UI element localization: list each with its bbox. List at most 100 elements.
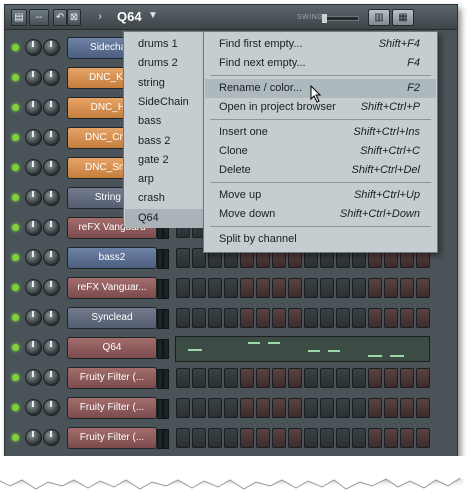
volume-knob[interactable]: [43, 339, 60, 356]
step-view-button[interactable]: ‐‐: [29, 9, 49, 26]
piano-roll-preview[interactable]: [175, 336, 430, 362]
step-button[interactable]: [304, 398, 318, 418]
context-menu-item[interactable]: Move down Shift+Ctrl+Down: [205, 205, 436, 224]
step-button[interactable]: [208, 368, 222, 388]
step-button[interactable]: [192, 308, 206, 328]
step-button[interactable]: [240, 278, 254, 298]
mute-led-icon[interactable]: [12, 314, 19, 321]
pan-knob[interactable]: [25, 429, 42, 446]
step-button[interactable]: [368, 398, 382, 418]
step-button[interactable]: [336, 368, 350, 388]
step-button[interactable]: [400, 368, 414, 388]
step-button[interactable]: [416, 398, 430, 418]
step-button[interactable]: [304, 428, 318, 448]
step-button[interactable]: [192, 428, 206, 448]
volume-knob[interactable]: [43, 369, 60, 386]
step-button[interactable]: [256, 278, 270, 298]
step-button[interactable]: [176, 308, 190, 328]
step-button[interactable]: [240, 368, 254, 388]
keyboard-icon[interactable]: ▦: [392, 9, 414, 26]
context-menu-item[interactable]: Split by channel: [205, 230, 436, 249]
step-button[interactable]: [256, 368, 270, 388]
step-button[interactable]: [304, 368, 318, 388]
channel-button[interactable]: Fruity Filter (...: [67, 427, 157, 449]
pattern-menu-item[interactable]: bass: [138, 112, 198, 131]
step-button[interactable]: [304, 278, 318, 298]
step-button[interactable]: [352, 278, 366, 298]
pan-knob[interactable]: [25, 69, 42, 86]
step-button[interactable]: [208, 428, 222, 448]
volume-knob[interactable]: [43, 399, 60, 416]
step-button[interactable]: [400, 308, 414, 328]
step-button[interactable]: [176, 368, 190, 388]
step-button[interactable]: [352, 368, 366, 388]
step-button[interactable]: [384, 398, 398, 418]
step-button[interactable]: [192, 368, 206, 388]
step-button[interactable]: [240, 308, 254, 328]
pan-knob[interactable]: [25, 279, 42, 296]
step-button[interactable]: [304, 308, 318, 328]
pattern-menu-item[interactable]: SideChain: [138, 93, 198, 112]
pattern-menu-item[interactable]: crash: [138, 189, 198, 208]
channel-button[interactable]: reFX Vanguar...: [67, 277, 157, 299]
mute-led-icon[interactable]: [12, 224, 19, 231]
step-button[interactable]: [224, 398, 238, 418]
pan-knob[interactable]: [25, 309, 42, 326]
step-button[interactable]: [208, 308, 222, 328]
context-menu-item[interactable]: Find first empty... Shift+F4: [205, 35, 436, 54]
step-button[interactable]: [176, 278, 190, 298]
step-button[interactable]: [288, 398, 302, 418]
step-button[interactable]: [336, 308, 350, 328]
step-button[interactable]: [352, 308, 366, 328]
channel-button[interactable]: Synclead: [67, 307, 157, 329]
step-button[interactable]: [176, 428, 190, 448]
pattern-menu-item[interactable]: gate 2: [138, 151, 198, 170]
pattern-selector[interactable]: Q64: [117, 9, 142, 24]
step-button[interactable]: [192, 278, 206, 298]
pattern-menu-item[interactable]: bass 2: [138, 132, 198, 151]
mute-led-icon[interactable]: [12, 344, 19, 351]
context-menu-item[interactable]: Clone Shift+Ctrl+C: [205, 142, 436, 161]
volume-knob[interactable]: [43, 189, 60, 206]
pan-knob[interactable]: [25, 399, 42, 416]
pattern-menu-item[interactable]: Q64: [125, 208, 203, 228]
mute-led-icon[interactable]: [12, 254, 19, 261]
pattern-menu-item[interactable]: drums 2: [138, 54, 198, 73]
mute-led-icon[interactable]: [12, 164, 19, 171]
step-button[interactable]: [352, 428, 366, 448]
step-button[interactable]: [176, 248, 190, 268]
mute-led-icon[interactable]: [12, 44, 19, 51]
step-button[interactable]: [240, 398, 254, 418]
step-button[interactable]: [416, 368, 430, 388]
step-button[interactable]: [320, 308, 334, 328]
channel-button[interactable]: Fruity Filter (...: [67, 367, 157, 389]
mute-led-icon[interactable]: [12, 284, 19, 291]
step-button[interactable]: [288, 368, 302, 388]
context-menu-item[interactable]: Move up Shift+Ctrl+Up: [205, 186, 436, 205]
step-button[interactable]: [272, 428, 286, 448]
context-menu-item[interactable]: Insert one Shift+Ctrl+Ins: [205, 123, 436, 142]
mute-led-icon[interactable]: [12, 134, 19, 141]
volume-knob[interactable]: [43, 219, 60, 236]
step-button[interactable]: [336, 398, 350, 418]
volume-knob[interactable]: [43, 249, 60, 266]
step-button[interactable]: [272, 278, 286, 298]
pattern-menu-item[interactable]: drums 1: [138, 35, 198, 54]
step-button[interactable]: [288, 428, 302, 448]
step-button[interactable]: [352, 398, 366, 418]
volume-knob[interactable]: [43, 279, 60, 296]
pan-knob[interactable]: [25, 99, 42, 116]
step-button[interactable]: [384, 308, 398, 328]
step-button[interactable]: [400, 278, 414, 298]
step-button[interactable]: [416, 428, 430, 448]
mute-led-icon[interactable]: [12, 74, 19, 81]
pattern-menu-item[interactable]: string: [138, 74, 198, 93]
step-button[interactable]: [416, 278, 430, 298]
step-button[interactable]: [272, 368, 286, 388]
step-button[interactable]: [336, 428, 350, 448]
step-button[interactable]: [320, 398, 334, 418]
step-button[interactable]: [320, 278, 334, 298]
step-button[interactable]: [336, 278, 350, 298]
step-button[interactable]: [256, 308, 270, 328]
pan-knob[interactable]: [25, 129, 42, 146]
